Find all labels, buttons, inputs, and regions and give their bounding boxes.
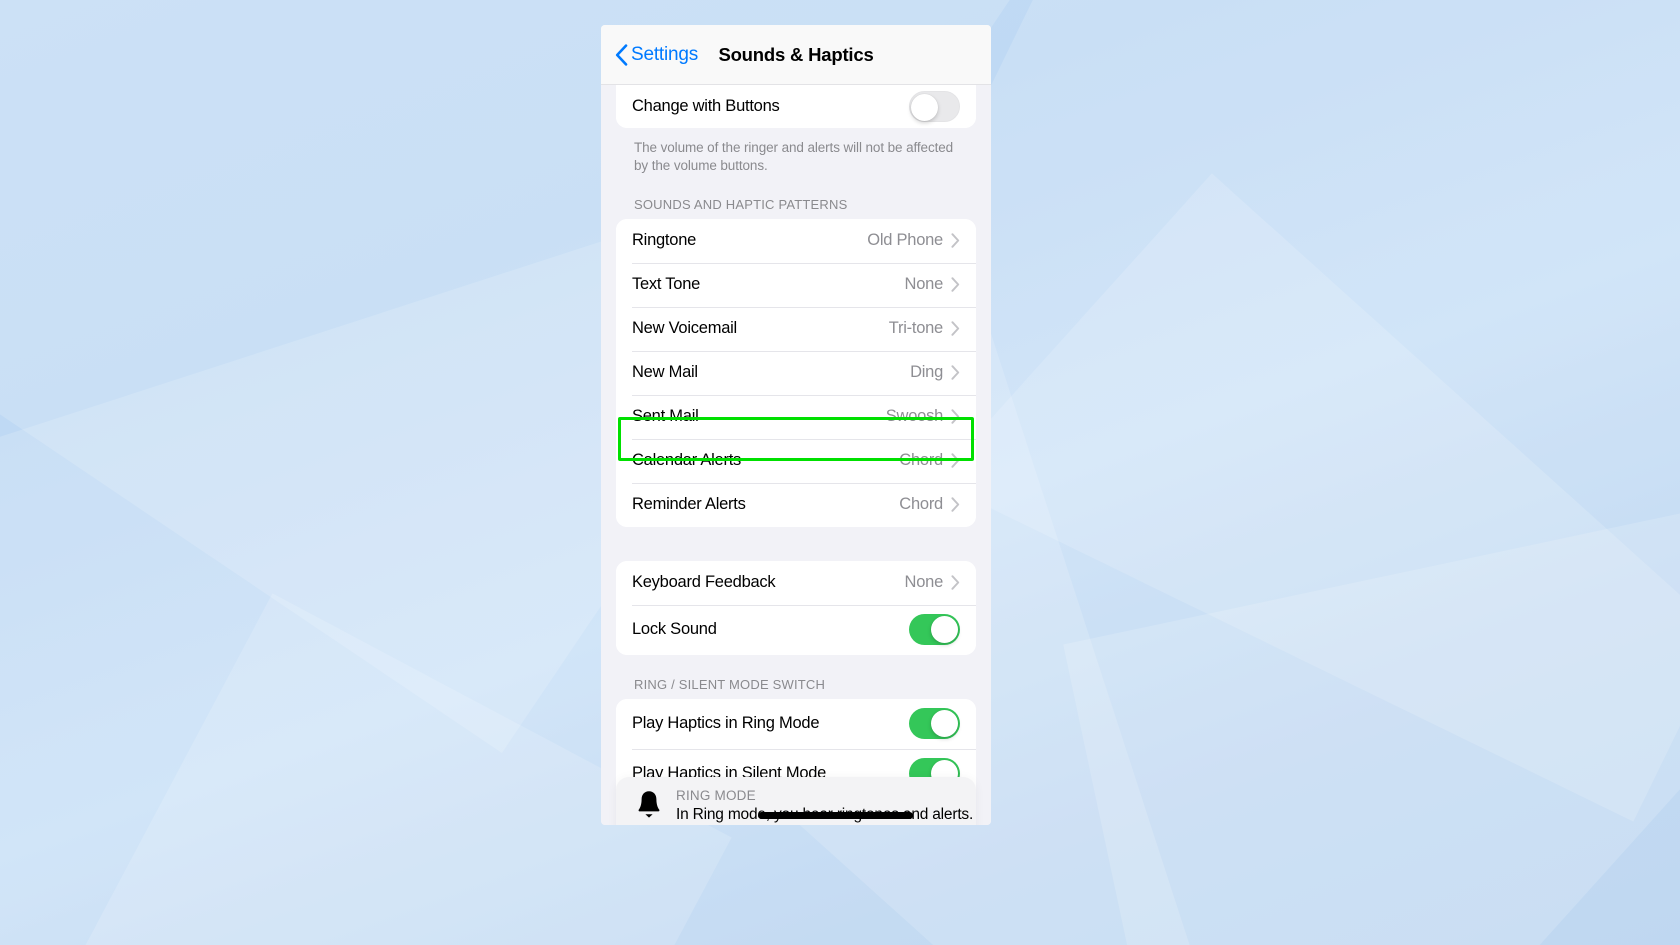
ring-mode-banner: RING MODE In Ring mode, you hear rington… — [616, 777, 976, 825]
row-value: None — [904, 573, 944, 592]
row-value: Chord — [899, 495, 943, 514]
play-haptics-ring-mode-toggle[interactable] — [909, 708, 960, 740]
row-label: New Voicemail — [632, 319, 737, 338]
iphone-settings-window: Settings Sounds & Haptics Change with Bu… — [601, 25, 991, 825]
sounds-section-header: SOUNDS AND HAPTIC PATTERNS — [634, 196, 848, 212]
chevron-right-icon — [951, 365, 960, 380]
bell-icon — [638, 791, 660, 818]
row-play-haptics-ring-mode[interactable]: Play Haptics in Ring Mode — [616, 698, 976, 749]
row-value: Ding — [910, 363, 943, 382]
row-value: None — [904, 275, 944, 294]
row-label: Keyboard Feedback — [632, 573, 776, 592]
row-value: Old Phone — [867, 231, 943, 250]
chevron-right-icon — [951, 277, 960, 292]
row-value: Swoosh — [885, 407, 943, 426]
lock-sound-toggle[interactable] — [909, 614, 960, 646]
row-label: Ringtone — [632, 231, 697, 250]
toggle-knob — [911, 94, 938, 121]
row-value: Tri-tone — [888, 319, 944, 338]
row-change-with-buttons[interactable]: Change with Buttons — [616, 85, 976, 128]
settings-scroll-view[interactable]: Change with Buttons The volume of the ri… — [601, 85, 991, 825]
row-keyboard-feedback[interactable]: Keyboard Feedback None — [616, 560, 976, 605]
row-label: Text Tone — [632, 275, 701, 294]
row-label: Change with Buttons — [632, 97, 780, 115]
feedback-group: Keyboard Feedback None Lock Sound — [616, 560, 976, 655]
row-sent-mail[interactable]: Sent Mail Swoosh — [616, 394, 976, 439]
row-label: Calendar Alerts — [632, 451, 742, 470]
chevron-right-icon — [951, 409, 960, 424]
row-new-voicemail[interactable]: New Voicemail Tri-tone — [616, 306, 976, 351]
chevron-right-icon — [951, 497, 960, 512]
change-with-buttons-footer: The volume of the ringer and alerts will… — [634, 140, 954, 173]
back-button-label: Settings — [631, 43, 699, 65]
row-reminder-alerts[interactable]: Reminder Alerts Chord — [616, 482, 976, 527]
toggle-knob — [931, 710, 958, 738]
chevron-left-icon — [615, 43, 628, 66]
navigation-bar: Settings Sounds & Haptics — [601, 25, 991, 85]
chevron-right-icon — [951, 453, 960, 468]
ring-mode-title: RING MODE — [676, 788, 756, 803]
chevron-right-icon — [951, 575, 960, 590]
row-ringtone[interactable]: Ringtone Old Phone — [616, 218, 976, 263]
volume-buttons-group: Change with Buttons — [616, 85, 976, 128]
toggle-knob — [931, 616, 958, 644]
row-label: Lock Sound — [632, 620, 717, 639]
ring-mode-volume-bar — [758, 812, 913, 819]
row-new-mail[interactable]: New Mail Ding — [616, 350, 976, 395]
chevron-right-icon — [951, 321, 960, 336]
change-with-buttons-toggle[interactable] — [909, 91, 960, 122]
row-label: Play Haptics in Ring Mode — [632, 714, 820, 733]
row-label: Sent Mail — [632, 407, 699, 426]
row-label: New Mail — [632, 363, 698, 382]
row-text-tone[interactable]: Text Tone None — [616, 262, 976, 307]
ring-mode-text-block: RING MODE In Ring mode, you hear rington… — [676, 787, 973, 824]
back-to-settings-button[interactable]: Settings — [615, 44, 698, 66]
row-label: Reminder Alerts — [632, 495, 746, 514]
ring-silent-section-header: RING / SILENT MODE SWITCH — [634, 676, 826, 692]
chevron-right-icon — [951, 233, 960, 248]
row-lock-sound[interactable]: Lock Sound — [616, 604, 976, 655]
row-calendar-alerts[interactable]: Calendar Alerts Chord — [616, 438, 976, 483]
sounds-group: Ringtone Old Phone Text Tone None New Vo… — [616, 218, 976, 527]
row-value: Chord — [899, 451, 943, 470]
